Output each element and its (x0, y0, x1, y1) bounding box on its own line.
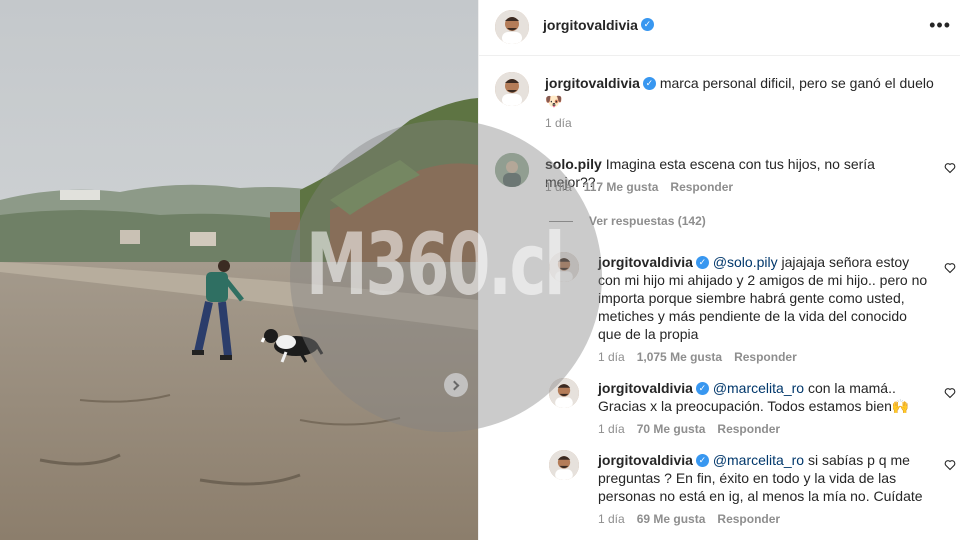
reply-button[interactable]: Responder (670, 180, 733, 194)
reply-mention[interactable]: @marcelita_ro (713, 452, 804, 468)
caption-username[interactable]: jorgitovaldivia (545, 75, 640, 91)
caption-meta: 1 día (545, 116, 572, 130)
verified-badge-icon: ✓ (695, 381, 709, 395)
verified-badge-icon: ✓ (695, 255, 709, 269)
caption-text: marca personal dificil, pero se ganó el … (659, 75, 934, 91)
comment-likes[interactable]: 117 Me gusta (584, 180, 659, 194)
reply-button[interactable]: Responder (734, 350, 797, 364)
reply-mention[interactable]: @marcelita_ro (713, 380, 804, 396)
heart-icon[interactable] (944, 459, 956, 471)
view-replies-label: Ver respuestas (142) (589, 214, 706, 228)
reply-time[interactable]: 1 día (598, 422, 625, 436)
reply: jorgitovaldivia ✓ @solo.pily jajajaja señ… (598, 253, 928, 343)
post-username[interactable]: jorgitovaldivia (543, 17, 638, 33)
reply: jorgitovaldivia ✓ @marcelita_ro si sabías… (598, 451, 928, 505)
reply-username[interactable]: jorgitovaldivia (598, 380, 693, 396)
dog-emoji-icon: 🐶 (545, 93, 563, 109)
reply-likes[interactable]: 69 Me gusta (637, 512, 706, 526)
watermark: M360.cl (306, 215, 565, 315)
reply-button[interactable]: Responder (717, 512, 780, 526)
reply-avatar[interactable] (549, 450, 579, 480)
reply-meta: 1 día 69 Me gusta Responder (598, 512, 780, 526)
reply-time[interactable]: 1 día (598, 350, 625, 364)
reply-mention[interactable]: @solo.pily (713, 254, 778, 270)
reply-meta: 1 día 70 Me gusta Responder (598, 422, 780, 436)
post-header: jorgitovaldivia ✓ ••• (479, 0, 960, 56)
reply-likes[interactable]: 1,075 Me gusta (637, 350, 722, 364)
caption: jorgitovaldivia ✓ marca personal dificil,… (545, 74, 945, 110)
reply-username[interactable]: jorgitovaldivia (598, 452, 693, 468)
caption-time[interactable]: 1 día (545, 116, 572, 130)
reply-button[interactable]: Responder (717, 422, 780, 436)
more-horizontal-icon[interactable]: ••• (929, 16, 951, 34)
reply: jorgitovaldivia ✓ @marcelita_ro con la ma… (598, 379, 928, 415)
reply-time[interactable]: 1 día (598, 512, 625, 526)
avatar[interactable] (495, 10, 529, 44)
heart-icon[interactable] (944, 162, 956, 174)
reply-likes[interactable]: 70 Me gusta (637, 422, 706, 436)
heart-icon[interactable] (944, 387, 956, 399)
caption-avatar[interactable] (495, 72, 529, 106)
heart-icon[interactable] (944, 262, 956, 274)
verified-badge-icon: ✓ (695, 453, 709, 467)
verified-badge-icon: ✓ (642, 76, 656, 90)
verified-badge-icon: ✓ (640, 18, 654, 32)
reply-meta: 1 día 1,075 Me gusta Responder (598, 350, 797, 364)
reply-username[interactable]: jorgitovaldivia (598, 254, 693, 270)
